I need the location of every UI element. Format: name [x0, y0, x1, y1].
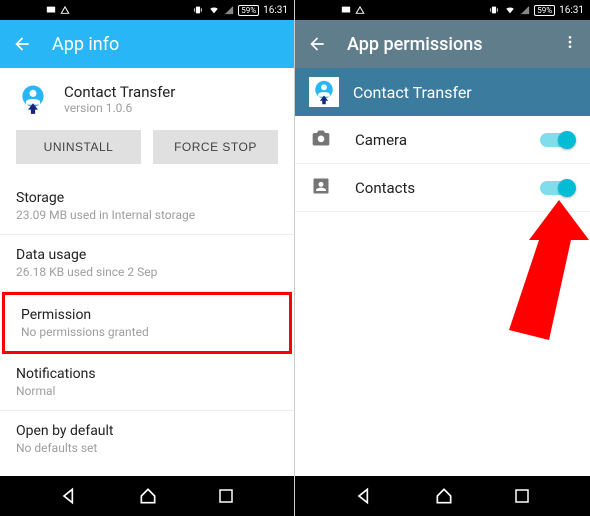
app-name: Contact Transfer [353, 83, 472, 102]
home-icon [138, 486, 158, 506]
force-stop-button[interactable]: FORCE STOP [153, 130, 278, 164]
empty-space [295, 212, 590, 476]
list-item-data-usage[interactable]: Data usage 26.18 KB used since 2 Sep [0, 235, 294, 292]
nav-bar [0, 476, 294, 516]
nav-recent-button[interactable] [513, 487, 531, 505]
app-icon [16, 82, 50, 116]
list-item-notifications[interactable]: Notifications Normal [0, 354, 294, 411]
back-button[interactable] [12, 34, 32, 54]
contact-transfer-icon [16, 82, 50, 116]
item-title: Notifications [16, 366, 278, 382]
clock: 16:31 [263, 5, 288, 16]
phone-right: 59% 16:31 App permissions Contact Transf… [295, 0, 590, 516]
contact-transfer-icon [310, 78, 338, 106]
list-item-permission[interactable]: Permission No permissions granted [5, 295, 289, 351]
vibrate-icon [192, 5, 204, 15]
nav-home-button[interactable] [138, 486, 158, 506]
battery-percent: 59% [534, 5, 555, 16]
camera-icon [311, 128, 331, 152]
permission-label: Camera [355, 131, 516, 149]
nav-recent-button[interactable] [217, 487, 235, 505]
clock: 16:31 [559, 5, 584, 16]
item-sub: No permissions granted [21, 325, 273, 339]
overflow-menu-button[interactable] [562, 34, 578, 54]
contacts-icon [311, 176, 331, 200]
arrow-back-icon [307, 34, 327, 54]
status-bar: 59% 16:31 [0, 0, 294, 20]
item-sub: No defaults set [16, 441, 278, 455]
warning-icon [60, 5, 70, 15]
nav-home-button[interactable] [434, 486, 454, 506]
permission-label: Contacts [355, 179, 516, 197]
nav-bar [295, 476, 590, 516]
page-title: App info [52, 34, 119, 55]
vibrate-icon [488, 5, 500, 15]
item-sub: Normal [16, 384, 278, 398]
item-title: Data usage [16, 247, 278, 263]
triangle-back-icon [59, 486, 79, 506]
button-row: UNINSTALL FORCE STOP [0, 126, 294, 178]
settings-list: Storage 23.09 MB used in Internal storag… [0, 178, 294, 476]
back-button[interactable] [307, 34, 327, 54]
item-title: Storage [16, 190, 278, 206]
uninstall-button[interactable]: UNINSTALL [16, 130, 141, 164]
triangle-back-icon [354, 486, 374, 506]
list-item-open-by-default[interactable]: Open by default No defaults set [0, 411, 294, 467]
app-header: Contact Transfer version 1.0.6 [0, 68, 294, 126]
wifi-icon [208, 5, 220, 15]
item-title: Open by default [16, 423, 278, 439]
app-subtitle-bar: Contact Transfer [295, 68, 590, 116]
signal-icon [224, 5, 234, 15]
item-sub: 26.18 KB used since 2 Sep [16, 265, 278, 279]
item-title: Permission [21, 307, 273, 323]
square-icon [217, 487, 235, 505]
more-vert-icon [562, 34, 578, 50]
highlight-box: Permission No permissions granted [2, 292, 292, 354]
camera-toggle[interactable] [540, 133, 574, 147]
arrow-back-icon [12, 34, 32, 54]
app-name: Contact Transfer [64, 83, 175, 101]
status-bar: 59% 16:31 [295, 0, 590, 20]
list-item-storage[interactable]: Storage 23.09 MB used in Internal storag… [0, 178, 294, 235]
item-sub: 23.09 MB used in Internal storage [16, 208, 278, 222]
nav-back-button[interactable] [59, 486, 79, 506]
cast-icon [341, 5, 351, 15]
action-bar-app-info: App info [0, 20, 294, 68]
action-bar-permissions: App permissions [295, 20, 590, 68]
nav-back-button[interactable] [354, 486, 374, 506]
wifi-icon [504, 5, 516, 15]
battery-percent: 59% [238, 5, 259, 16]
home-icon [434, 486, 454, 506]
permission-row-contacts: Contacts [295, 164, 590, 212]
signal-icon [520, 5, 530, 15]
warning-icon [355, 5, 365, 15]
cast-icon [46, 5, 56, 15]
phone-left: 59% 16:31 App info Contact Transfer vers… [0, 0, 295, 516]
page-title: App permissions [347, 34, 483, 55]
app-icon [309, 77, 339, 107]
permission-row-camera: Camera [295, 116, 590, 164]
contacts-toggle[interactable] [540, 181, 574, 195]
app-version: version 1.0.6 [64, 101, 175, 115]
square-icon [513, 487, 531, 505]
